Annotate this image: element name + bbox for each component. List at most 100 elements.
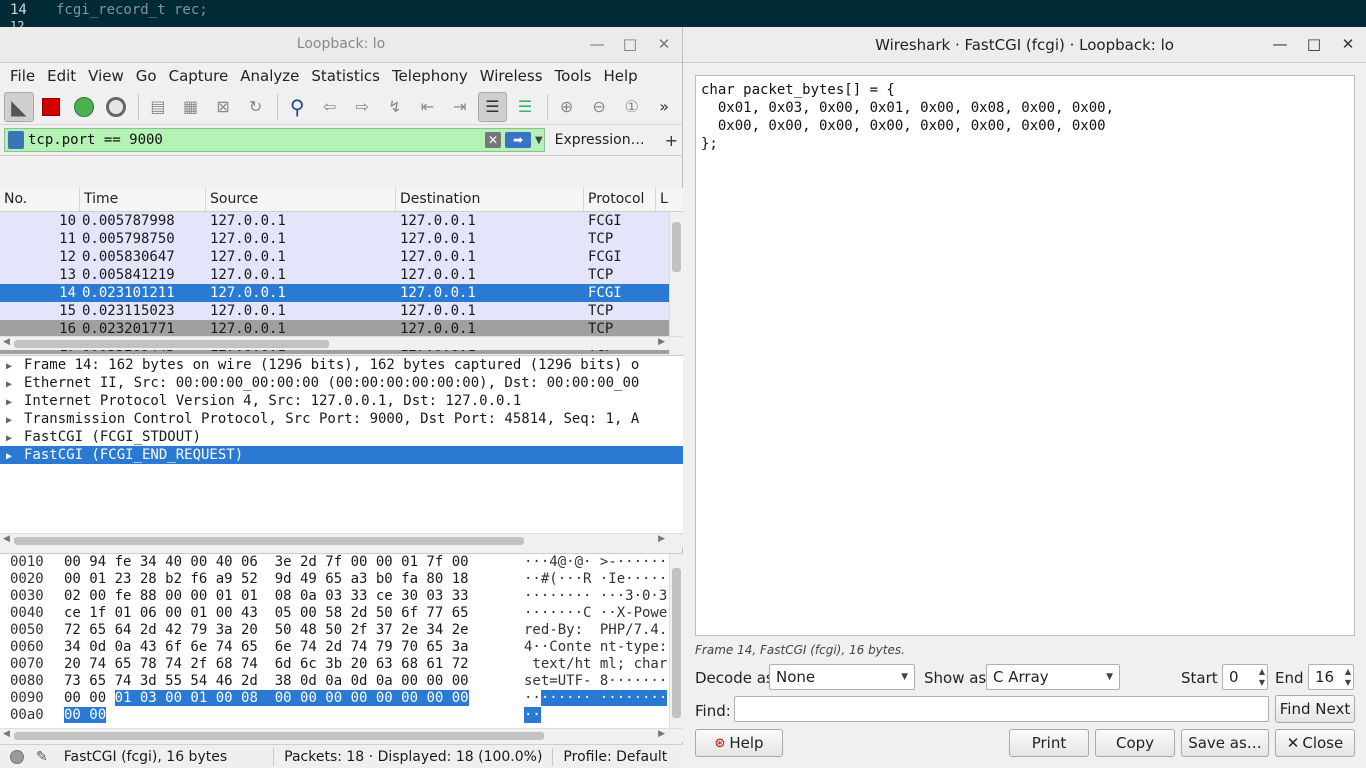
- packet-row[interactable]: 14 0.023101211 127.0.0.1 127.0.0.1 FCGI: [0, 284, 683, 302]
- scrollbar-thumb[interactable]: [14, 732, 544, 740]
- scroll-left-icon[interactable]: ◀: [3, 534, 10, 544]
- scroll-right-icon[interactable]: ▶: [658, 337, 665, 347]
- last-packet-button[interactable]: ⇥: [445, 92, 475, 122]
- scrollbar-thumb[interactable]: [14, 537, 524, 545]
- go-forward-button[interactable]: ⇨: [347, 92, 377, 122]
- column-header-protocol[interactable]: Protocol: [584, 188, 656, 211]
- packet-row[interactable]: 10 0.005787998 127.0.0.1 127.0.0.1 FCGI: [0, 212, 683, 230]
- menu-capture[interactable]: Capture: [163, 67, 235, 85]
- apply-filter-icon[interactable]: ➡: [505, 132, 531, 148]
- end-spinbox[interactable]: 16 ▲ ▼: [1308, 664, 1354, 690]
- help-button[interactable]: ⊛ Help: [695, 729, 783, 757]
- decode-as-select[interactable]: None ▼: [769, 664, 915, 690]
- menu-help[interactable]: Help: [597, 67, 643, 85]
- menu-go[interactable]: Go: [130, 67, 163, 85]
- capture-options-button[interactable]: [102, 92, 132, 122]
- column-header-time[interactable]: Time: [80, 188, 206, 211]
- bytes-text-view[interactable]: char packet_bytes[] = { 0x01, 0x03, 0x00…: [695, 75, 1355, 636]
- edit-comment-icon[interactable]: ✎: [36, 749, 48, 765]
- byte-row[interactable]: 0050 72 65 64 2d 42 79 3a 20 50 48 50 2f …: [0, 622, 683, 639]
- packet-list-scrollbar[interactable]: [669, 212, 683, 354]
- save-as-button[interactable]: Save as…: [1181, 729, 1269, 757]
- close-icon[interactable]: ✕: [1338, 35, 1358, 53]
- print-button[interactable]: Print: [1009, 729, 1089, 757]
- column-header-source[interactable]: Source: [206, 188, 396, 211]
- column-header-destination[interactable]: Destination: [396, 188, 584, 211]
- scroll-left-icon[interactable]: ◀: [3, 337, 10, 347]
- byte-row[interactable]: 0060 34 0d 0a 43 6f 6e 74 65 6e 74 2d 74 …: [0, 639, 683, 656]
- normal-size-button[interactable]: ①: [617, 92, 647, 122]
- save-file-button[interactable]: ▦: [176, 92, 206, 122]
- detail-tree-item[interactable]: ▶ Frame 14: 162 bytes on wire (1296 bits)…: [0, 356, 683, 374]
- byte-row[interactable]: 0020 00 01 23 28 b2 f6 a9 52 9d 49 65 a3 …: [0, 571, 683, 588]
- detail-tree-item[interactable]: ▶ FastCGI (FCGI_END_REQUEST): [0, 446, 683, 464]
- menu-file[interactable]: File: [4, 67, 41, 85]
- close-file-button[interactable]: ⊠: [208, 92, 238, 122]
- stop-capture-button[interactable]: [37, 92, 67, 122]
- chevron-down-icon[interactable]: ▼: [535, 135, 543, 146]
- menu-tools[interactable]: Tools: [549, 67, 598, 85]
- packet-row[interactable]: 12 0.005830647 127.0.0.1 127.0.0.1 FCGI: [0, 248, 683, 266]
- maximize-icon[interactable]: □: [620, 35, 640, 53]
- expert-info-icon[interactable]: [10, 749, 24, 764]
- scrollbar-thumb[interactable]: [14, 340, 329, 348]
- bytes-hscrollbar[interactable]: ◀ ▶: [0, 728, 683, 742]
- start-spinbox[interactable]: 0 ▲ ▼: [1222, 664, 1268, 690]
- scrollbar-thumb[interactable]: [672, 222, 681, 272]
- add-filter-button[interactable]: +: [665, 131, 678, 150]
- autoscroll-button[interactable]: ☰: [477, 91, 508, 122]
- find-next-button[interactable]: Find Next: [1275, 695, 1355, 723]
- toolbar-overflow-button[interactable]: »: [649, 92, 679, 122]
- zoom-out-button[interactable]: ⊖: [584, 92, 614, 122]
- find-input[interactable]: [734, 696, 1269, 722]
- expression-button[interactable]: Expression…: [555, 132, 645, 148]
- display-filter-input[interactable]: [28, 132, 483, 148]
- reload-file-button[interactable]: ↻: [241, 92, 271, 122]
- scroll-right-icon[interactable]: ▶: [658, 534, 665, 544]
- detail-tree-item[interactable]: ▶ Internet Protocol Version 4, Src: 127.0…: [0, 392, 683, 410]
- byte-row[interactable]: 0030 02 00 fe 88 00 00 01 01 08 0a 03 33 …: [0, 588, 683, 605]
- maximize-icon[interactable]: □: [1304, 35, 1324, 53]
- byte-row[interactable]: 0080 73 65 74 3d 55 54 46 2d 38 0d 0a 0d …: [0, 673, 683, 690]
- menu-analyze[interactable]: Analyze: [234, 67, 305, 85]
- spin-arrows-icon[interactable]: ▲ ▼: [1345, 666, 1351, 688]
- colorize-button[interactable]: ☰: [510, 92, 540, 122]
- first-packet-button[interactable]: ⇤: [413, 92, 443, 122]
- byte-row[interactable]: 0040 ce 1f 01 06 00 01 00 43 05 00 58 2d …: [0, 605, 683, 622]
- details-hscrollbar[interactable]: ◀ ▶: [0, 533, 683, 547]
- menu-wireless[interactable]: Wireless: [474, 67, 549, 85]
- spin-arrows-icon[interactable]: ▲ ▼: [1259, 666, 1265, 688]
- bytes-scrollbar[interactable]: [669, 554, 683, 729]
- start-capture-button[interactable]: ◣: [4, 91, 34, 122]
- status-profile[interactable]: Profile: Default: [563, 749, 667, 765]
- menu-edit[interactable]: Edit: [41, 67, 82, 85]
- packet-list-hscrollbar[interactable]: ◀ ▶: [0, 336, 683, 350]
- copy-button[interactable]: Copy: [1095, 729, 1175, 757]
- detail-tree-item[interactable]: ▶ Transmission Control Protocol, Src Port…: [0, 410, 683, 428]
- clear-filter-icon[interactable]: ✕: [485, 132, 501, 148]
- restart-capture-button[interactable]: [69, 92, 99, 122]
- find-packet-button[interactable]: ⚲: [282, 92, 312, 122]
- scroll-right-icon[interactable]: ▶: [658, 729, 665, 739]
- expand-arrow-icon[interactable]: ▶: [6, 448, 24, 466]
- minimize-icon[interactable]: —: [1270, 35, 1290, 53]
- packet-row[interactable]: 13 0.005841219 127.0.0.1 127.0.0.1 TCP: [0, 266, 683, 284]
- scrollbar-thumb[interactable]: [672, 568, 681, 718]
- packet-row[interactable]: 11 0.005798750 127.0.0.1 127.0.0.1 TCP: [0, 230, 683, 248]
- byte-row[interactable]: 0010 00 94 fe 34 40 00 40 06 3e 2d 7f 00 …: [0, 554, 683, 571]
- open-file-button[interactable]: ▤: [143, 92, 173, 122]
- menu-telephony[interactable]: Telephony: [386, 67, 474, 85]
- go-to-packet-button[interactable]: ↯: [380, 92, 410, 122]
- detail-tree-item[interactable]: ▶ Ethernet II, Src: 00:00:00_00:00:00 (00…: [0, 374, 683, 392]
- menu-view[interactable]: View: [82, 67, 130, 85]
- byte-row[interactable]: 00a0 00 00 ··: [0, 707, 683, 724]
- detail-tree-item[interactable]: ▶ FastCGI (FCGI_STDOUT): [0, 428, 683, 446]
- packet-row[interactable]: 15 0.023115023 127.0.0.1 127.0.0.1 TCP: [0, 302, 683, 320]
- byte-row[interactable]: 0090 00 00 01 03 00 01 00 08 00 00 00 00 …: [0, 690, 683, 707]
- minimize-icon[interactable]: —: [587, 35, 607, 53]
- close-button[interactable]: ✕ Close: [1275, 729, 1355, 757]
- byte-row[interactable]: 0070 20 74 65 78 74 2f 68 74 6d 6c 3b 20 …: [0, 656, 683, 673]
- scroll-left-icon[interactable]: ◀: [3, 729, 10, 739]
- column-header-length[interactable]: L: [656, 188, 670, 211]
- zoom-in-button[interactable]: ⊕: [552, 92, 582, 122]
